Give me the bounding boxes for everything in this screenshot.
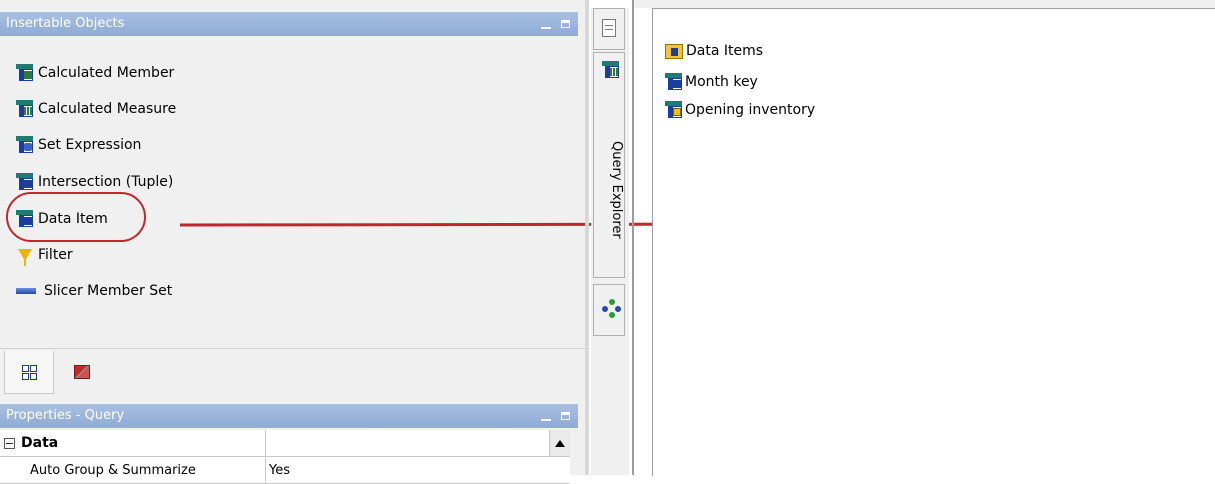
- annotation-highlight-ring: [6, 192, 146, 242]
- object-label: Filter: [38, 247, 73, 263]
- data-items-folder-icon: [665, 43, 683, 59]
- object-set-expression[interactable]: Set Expression: [16, 134, 141, 156]
- insertable-objects-title: Insertable Objects: [6, 16, 125, 31]
- minimize-icon[interactable]: [541, 419, 551, 421]
- tree-root-label: Data Items: [686, 43, 764, 59]
- filter-icon: [16, 246, 34, 266]
- object-label: Set Expression: [38, 137, 142, 153]
- object-label: Slicer Member Set: [44, 283, 173, 299]
- property-value[interactable]: Yes: [269, 463, 290, 478]
- calculated-measure-icon: [16, 100, 34, 118]
- tab-toolbox[interactable]: [58, 351, 106, 393]
- insertable-objects-titlebar: Insertable Objects: [0, 12, 578, 36]
- properties-table: Data Auto Group & Summarize Yes: [0, 430, 570, 484]
- right-pane-topbar: [634, 0, 1215, 8]
- document-icon: [602, 19, 620, 37]
- maximize-icon[interactable]: [561, 412, 570, 420]
- diagram-view-button[interactable]: [593, 284, 625, 336]
- object-label: Calculated Measure: [38, 101, 177, 117]
- properties-row[interactable]: Auto Group & Summarize Yes: [0, 457, 570, 484]
- scroll-up-button[interactable]: [549, 430, 570, 456]
- diagram-icon: [602, 299, 622, 319]
- maximize-icon[interactable]: [561, 20, 570, 28]
- object-calculated-measure[interactable]: Calculated Measure: [16, 98, 176, 120]
- calculated-member-icon: [16, 64, 34, 82]
- object-label: Intersection (Tuple): [38, 174, 174, 190]
- properties-titlebar: Properties - Query: [0, 404, 578, 428]
- tree-root-data-items[interactable]: Data Items: [661, 43, 763, 59]
- slicer-member-set-icon: [16, 282, 40, 300]
- query-explorer-label: Query Explorer: [609, 141, 624, 239]
- arrow-up-icon: [555, 439, 565, 447]
- properties-title: Properties - Query: [6, 408, 125, 423]
- explorer-strip: Query Explorer: [591, 8, 629, 475]
- tree-item-month-key[interactable]: Month key: [661, 73, 758, 90]
- query-explorer-icon: [602, 61, 620, 79]
- toolbox-icon: [74, 365, 90, 379]
- data-items-pane[interactable]: Data Items Month key Opening inventory: [652, 8, 1215, 476]
- insertable-objects-pane: Insertable Objects Calculated Member Cal…: [0, 0, 585, 484]
- object-calculated-member[interactable]: Calculated Member: [16, 62, 174, 84]
- intersection-tuple-icon: [16, 173, 34, 191]
- data-item-icon: [665, 73, 682, 90]
- measure-item-icon: [665, 101, 682, 118]
- query-tree-icon: [22, 365, 37, 380]
- source-view-button[interactable]: [593, 8, 625, 50]
- collapse-icon[interactable]: [4, 437, 15, 449]
- tab-query-tree[interactable]: [4, 351, 54, 394]
- tree-item-label: Opening inventory: [685, 101, 816, 118]
- query-explorer-tab[interactable]: Query Explorer: [593, 52, 625, 278]
- property-name: Auto Group & Summarize: [30, 462, 196, 478]
- explorer-border: [632, 0, 634, 475]
- object-label: Calculated Member: [38, 65, 175, 81]
- object-slicer-member-set[interactable]: Slicer Member Set: [16, 280, 172, 302]
- set-expression-icon: [16, 136, 34, 154]
- properties-group-label: Data: [21, 435, 59, 451]
- tree-item-opening-inventory[interactable]: Opening inventory: [661, 101, 815, 118]
- pane-tabbar: [0, 348, 585, 397]
- minimize-icon[interactable]: [541, 27, 551, 29]
- pane-splitter[interactable]: [585, 0, 589, 475]
- object-intersection-tuple[interactable]: Intersection (Tuple): [16, 171, 173, 193]
- properties-group-row[interactable]: Data: [0, 430, 570, 457]
- object-filter[interactable]: Filter: [16, 244, 73, 266]
- tree-item-label: Month key: [685, 73, 758, 90]
